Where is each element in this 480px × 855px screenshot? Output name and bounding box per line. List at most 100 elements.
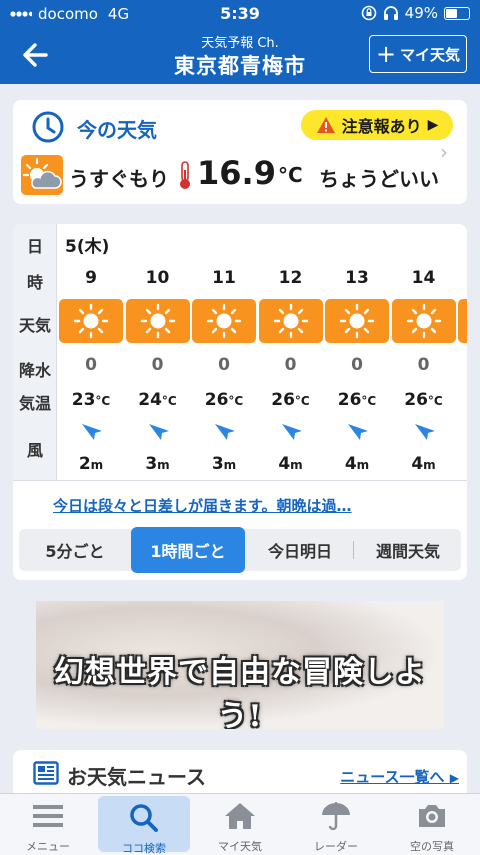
hour-label: 10 xyxy=(145,268,170,288)
nav-radar[interactable]: レーダー xyxy=(288,794,384,855)
row-label-hour: 時 xyxy=(26,273,43,292)
row-label-temp: 気温 xyxy=(18,394,51,413)
wind-cell: 2m xyxy=(58,454,124,474)
chevron-right-icon: ▶ xyxy=(427,117,439,133)
temp-unit: °C xyxy=(95,394,111,408)
hour-label: 13 xyxy=(345,268,369,288)
nav-radar-label: レーダー xyxy=(314,840,358,853)
hour-label: 14 xyxy=(411,268,436,288)
current-weather-title: 今の天気 xyxy=(77,118,157,142)
rotation-lock-icon xyxy=(361,5,376,21)
tab-weekly[interactable]: 週間天気 xyxy=(355,529,461,571)
temp-value: 26 xyxy=(404,390,428,410)
news-list-label: ニュース一覧へ xyxy=(340,768,445,786)
camera-icon xyxy=(419,805,445,827)
wind-unit: m xyxy=(157,458,170,472)
temp-unit: °C xyxy=(161,394,177,408)
temp-cell: 26°C xyxy=(391,390,457,410)
home-icon xyxy=(225,803,255,829)
temp-unit: °C xyxy=(294,394,310,408)
wind-unit: m xyxy=(423,458,436,472)
temp-cell: 26°C xyxy=(258,390,324,410)
hour-column: 11 0 26°C 3m xyxy=(191,224,257,480)
precip-value: 0 xyxy=(284,355,297,375)
hourly-forecast-card: 日 時 天気 降水 気温 風 5(木) 9 0 23°C 2m 10 0 24°C 3m 11 0… xyxy=(13,224,467,580)
hour-column: 13 0 26°C 4m xyxy=(324,224,390,480)
temp-value: 24 xyxy=(138,390,162,410)
row-label-wind: 風 xyxy=(26,441,43,460)
wind-value: 4 xyxy=(344,454,357,474)
wind-unit: m xyxy=(223,458,237,472)
nav-search[interactable]: ココ検索 xyxy=(98,796,190,855)
wind-cell: 3m xyxy=(191,454,257,474)
hour-label: 9 xyxy=(85,268,97,288)
hour-column: 14 0 26°C 4m xyxy=(391,224,457,480)
temp-cell: 26°C xyxy=(191,390,257,410)
hour-column: 10 0 24°C 3m xyxy=(125,224,191,480)
tab-today-tomorrow[interactable]: 今日明日 xyxy=(249,529,351,571)
chevron-right-icon: ▶ xyxy=(449,771,459,785)
hour-label: 12 xyxy=(278,268,303,288)
temp-value: 26 xyxy=(204,390,229,410)
nav-menu-label: メニュー xyxy=(26,840,70,853)
search-icon xyxy=(130,804,158,832)
app-header: 天気予報 Ch. 東京都青梅市 + マイ天気 xyxy=(0,28,480,84)
wind-value: 2 xyxy=(78,454,91,474)
wind-value: 4 xyxy=(278,454,291,474)
alert-badge[interactable]: 注意報あり ▶ xyxy=(301,110,453,140)
nav-my-weather[interactable]: マイ天気 xyxy=(192,794,288,855)
tab-5min[interactable]: 5分ごと xyxy=(19,529,131,571)
news-list-link[interactable]: ニュース一覧へ ▶ xyxy=(340,766,459,787)
wind-direction-icon xyxy=(280,422,304,442)
temp-unit: °C xyxy=(427,394,443,408)
nav-sky-photos[interactable]: 空の写真 xyxy=(384,794,480,855)
sunny-icon xyxy=(125,299,190,343)
tab-hourly[interactable]: 1時間ごと xyxy=(131,527,245,573)
wind-unit: m xyxy=(290,458,303,472)
bottom-navigation: メニュー ココ検索 マイ天気 レーダー 空の写真 xyxy=(0,793,480,855)
temp-value: 26 xyxy=(337,390,362,410)
nav-search-label: ココ検索 xyxy=(122,842,166,855)
add-my-weather-label: マイ天気 xyxy=(400,45,461,64)
precip-value: 0 xyxy=(85,355,97,375)
sunny-icon xyxy=(325,299,389,343)
wind-value: 4 xyxy=(411,454,424,474)
current-condition: うすぐもり xyxy=(69,167,169,191)
row-label-weather: 天気 xyxy=(18,316,51,335)
wind-cell: 3m xyxy=(125,454,191,474)
add-my-weather-button[interactable]: + マイ天気 xyxy=(369,35,467,73)
sunny-icon xyxy=(258,299,323,343)
nav-menu[interactable]: メニュー xyxy=(0,794,96,855)
battery-icon xyxy=(444,6,470,20)
wind-direction-icon xyxy=(346,422,370,442)
status-bar: docomo 4G 5:39 49% xyxy=(0,0,480,28)
current-weather-card[interactable]: 今の天気 注意報あり ▶ うすぐもり 16.9 °C ちょうどいい › xyxy=(13,100,467,204)
headphones-icon xyxy=(383,6,398,20)
sunny-icon xyxy=(458,299,467,343)
forecast-summary-link[interactable]: 今日は段々と日差しが届きます。朝晩は過… xyxy=(53,495,352,516)
precip-value: 0 xyxy=(351,355,363,375)
status-right: 49% xyxy=(361,4,470,22)
wind-direction-icon xyxy=(147,422,171,442)
sunny-icon xyxy=(192,299,256,343)
sunny-icon xyxy=(59,299,123,343)
temp-cell: 23°C xyxy=(58,390,124,410)
battery-fill xyxy=(446,8,457,18)
current-temperature: 16.9 xyxy=(197,154,276,192)
wind-cell: 4m xyxy=(324,454,390,474)
wind-cell: 4m xyxy=(391,454,457,474)
battery-percent: 49% xyxy=(404,4,438,22)
temp-unit: °C xyxy=(228,394,244,408)
wind-direction-icon xyxy=(213,422,237,442)
wind-direction-icon xyxy=(80,422,104,442)
plus-icon: + xyxy=(375,40,397,68)
chevron-right-icon: › xyxy=(440,140,448,164)
wind-cell: 4m xyxy=(258,454,324,474)
precip-value: 0 xyxy=(151,355,164,375)
newspaper-icon xyxy=(33,761,59,785)
ad-banner[interactable]: 幻想世界で自由な冒険しよう! xyxy=(36,601,444,729)
ad-text: 幻想世界で自由な冒険しよう! xyxy=(54,655,426,729)
feels-like: ちょうどいい xyxy=(319,167,439,191)
row-label-day: 日 xyxy=(26,237,43,256)
divider xyxy=(13,480,467,481)
